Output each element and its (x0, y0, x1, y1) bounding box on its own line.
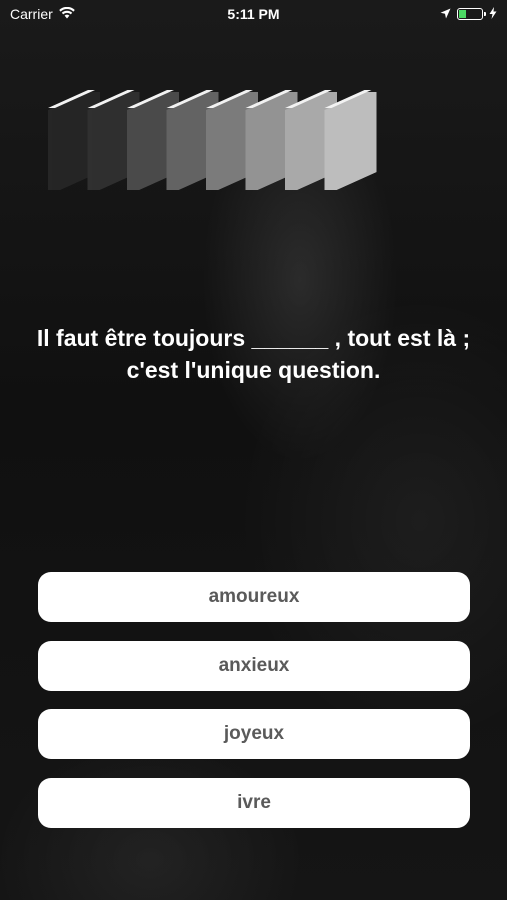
question-text: Il faut être toujours ______ , tout est … (36, 325, 471, 383)
book-8 (324, 90, 377, 190)
charging-bolt-icon (489, 6, 497, 22)
location-arrow-icon (440, 6, 451, 22)
status-time: 5:11 PM (227, 6, 280, 22)
battery-icon (457, 8, 486, 20)
books-progress-icon (48, 82, 388, 194)
answer-list: amoureux anxieux joyeux ivre (38, 572, 470, 846)
wifi-icon (58, 6, 75, 22)
answer-button-2[interactable]: anxieux (38, 640, 470, 691)
carrier-label: Carrier (10, 6, 53, 22)
answer-button-3[interactable]: joyeux (38, 709, 470, 759)
answer-button-1[interactable]: amoureux (38, 572, 470, 622)
battery-level (459, 10, 467, 18)
answer-button-4[interactable]: ivre (38, 777, 470, 828)
status-bar: Carrier 5:11 PM (0, 0, 507, 28)
